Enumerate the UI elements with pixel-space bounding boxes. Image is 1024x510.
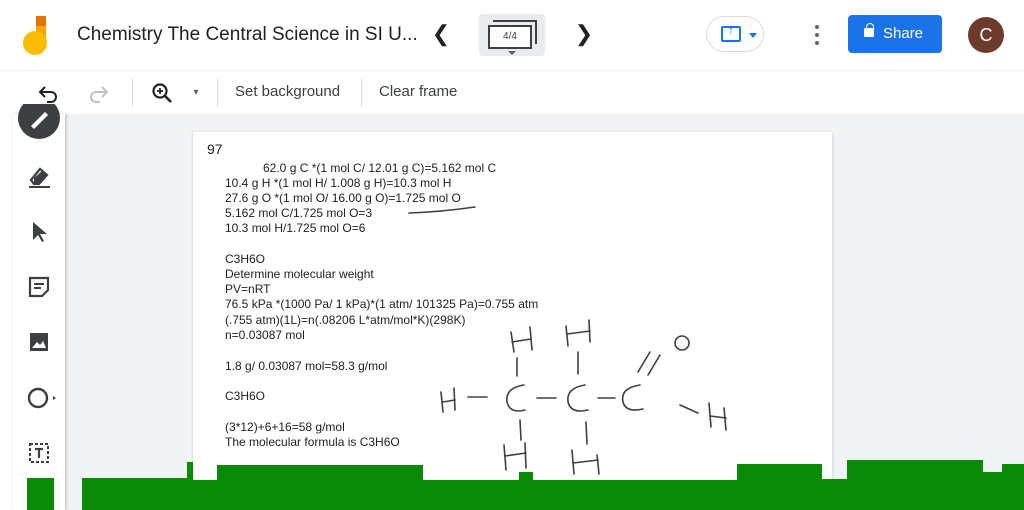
toolbar-divider [132, 79, 133, 107]
share-button[interactable]: Share [848, 15, 942, 53]
solution-line: C3H6O [225, 252, 266, 266]
solution-line: PV=nRT [225, 282, 271, 296]
lock-icon [864, 23, 874, 37]
set-background-button[interactable]: Set background [235, 83, 340, 100]
solution-line: The molecular formula is C3H6O [225, 435, 400, 449]
cursor-arrow-icon[interactable] [25, 217, 53, 245]
chevron-down-icon [508, 51, 516, 55]
arrow-up-icon: ↑ [728, 23, 734, 37]
toolbar-divider [217, 79, 218, 107]
solution-line: 27.6 g O *(1 mol O/ 16.00 g O)=1.725 mol… [225, 191, 461, 205]
solution-line: 5.162 mol C/1.725 mol O=3 [225, 206, 373, 220]
share-button-label: Share [883, 25, 924, 42]
solution-line: 10.4 g H *(1 mol H/ 1.008 g H)=10.3 mol … [225, 176, 452, 190]
document-title[interactable]: Chemistry The Central Science in SI U... [77, 24, 418, 46]
previous-frame-button[interactable]: ❮ [430, 20, 452, 48]
solution-line: (3*12)+6+16=58 g/mol [225, 420, 345, 434]
solution-line: (.755 atm)(1L)=n(.08206 L*atm/mol*K)(298… [225, 313, 466, 327]
zoom-in-icon[interactable] [150, 81, 174, 105]
solution-line: 76.5 kPa *(1000 Pa/ 1 kPa)*(1 atm/ 10132… [225, 297, 539, 311]
eraser-icon[interactable] [25, 162, 53, 190]
clear-frame-button[interactable]: Clear frame [379, 83, 457, 100]
circle-shape-icon[interactable] [25, 384, 59, 412]
redo-icon[interactable] [87, 81, 111, 105]
sticky-note-icon[interactable] [25, 273, 53, 301]
solution-line: n=0.03087 mol [225, 328, 305, 342]
solution-line: Determine molecular weight [225, 267, 374, 281]
chevron-down-icon [749, 33, 757, 38]
toolbar-divider [361, 79, 362, 107]
present-button[interactable]: ↑ [706, 16, 764, 52]
next-frame-button[interactable]: ❯ [573, 20, 595, 48]
frame-counter-label: 4/4 [488, 25, 532, 49]
frame-number-label: 97 [207, 141, 223, 157]
more-options-icon[interactable] [806, 20, 828, 50]
solution-line: 62.0 g C *(1 mol C/ 12.01 g C)=5.162 mol… [263, 161, 497, 175]
solution-line: 1.8 g/ 0.03087 mol=58.3 g/mol [225, 359, 388, 373]
solution-line: C3H6O [225, 389, 266, 403]
jamboard-logo-icon [23, 16, 47, 55]
frame-counter-button[interactable]: 4/4 [479, 14, 545, 56]
avatar[interactable]: C [968, 17, 1004, 53]
top-bar: Chemistry The Central Science in SI U...… [0, 0, 1024, 70]
tool-sidebar [13, 104, 65, 510]
pen-icon[interactable] [18, 104, 60, 140]
text-box-icon[interactable] [25, 439, 53, 467]
image-icon[interactable] [25, 328, 53, 356]
solution-line: 10.3 mol H/1.725 mol O=6 [225, 221, 366, 235]
undo-icon[interactable] [36, 81, 60, 105]
toolbar: ▾ Set background Clear frame [0, 70, 1024, 114]
zoom-dropdown-icon[interactable]: ▾ [190, 81, 202, 105]
